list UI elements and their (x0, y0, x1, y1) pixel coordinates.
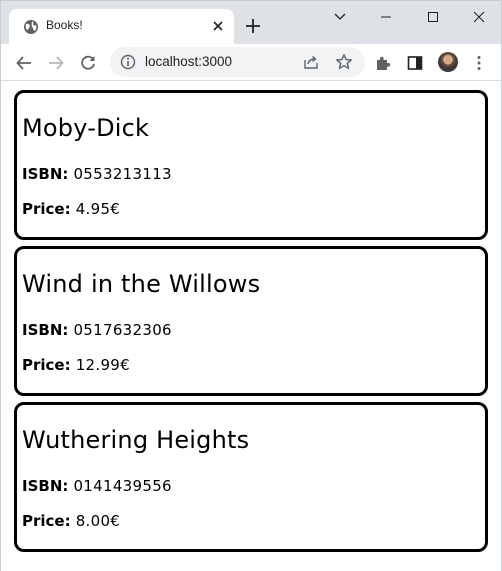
info-icon[interactable] (120, 54, 136, 70)
price-row: Price: 4.95€ (22, 200, 120, 218)
page-content: Moby-Dick ISBN: 0553213113 Price: 4.95€ … (1, 81, 501, 571)
tab-search-button[interactable] (317, 1, 363, 33)
url-text[interactable]: localhost:3000 (145, 54, 232, 69)
extensions-button[interactable] (373, 53, 393, 73)
side-panel-button[interactable] (405, 53, 425, 73)
new-tab-icon[interactable] (244, 17, 262, 35)
price-value: 12.99€ (75, 356, 130, 374)
maximize-icon (428, 12, 438, 22)
bookmark-star-icon[interactable] (335, 53, 353, 71)
minimize-button[interactable] (363, 1, 409, 33)
browser-window: Books! localhost:3000 Moby-Dick ISBN: 05… (0, 0, 502, 571)
book-title: Wind in the Willows (22, 270, 261, 298)
price-row: Price: 8.00€ (22, 512, 120, 530)
isbn-value: 0517632306 (73, 321, 172, 339)
isbn-row: ISBN: 0141439556 (22, 477, 172, 495)
address-bar[interactable]: localhost:3000 (110, 47, 365, 77)
book-title: Moby-Dick (22, 114, 150, 142)
more-vertical-icon (477, 56, 481, 70)
isbn-label: ISBN: (22, 321, 69, 339)
isbn-row: ISBN: 0553213113 (22, 165, 172, 183)
isbn-value: 0553213113 (73, 165, 172, 183)
tab-title: Books! (46, 18, 83, 32)
isbn-row: ISBN: 0517632306 (22, 321, 172, 339)
price-label: Price: (22, 200, 71, 218)
price-row: Price: 12.99€ (22, 356, 130, 374)
share-icon[interactable] (303, 54, 319, 70)
close-icon[interactable] (210, 18, 226, 34)
price-value: 4.95€ (75, 200, 121, 218)
reload-icon (81, 55, 95, 70)
back-arrow-icon (16, 56, 31, 70)
close-window-icon (473, 11, 485, 23)
forward-button[interactable] (46, 53, 66, 73)
profile-avatar[interactable] (438, 52, 458, 72)
globe-icon (24, 20, 38, 34)
side-panel-icon (407, 56, 423, 70)
price-label: Price: (22, 512, 71, 530)
tab-strip: Books! (1, 1, 501, 44)
isbn-value: 0141439556 (73, 477, 172, 495)
reload-button[interactable] (78, 53, 98, 73)
tab-books[interactable]: Books! (9, 9, 234, 44)
back-button[interactable] (14, 53, 34, 73)
close-window-button[interactable] (456, 1, 502, 33)
price-value: 8.00€ (75, 512, 121, 530)
maximize-button[interactable] (410, 1, 456, 33)
browser-toolbar: localhost:3000 (1, 44, 501, 81)
price-label: Price: (22, 356, 71, 374)
book-card: Moby-Dick ISBN: 0553213113 Price: 4.95€ (14, 90, 488, 240)
minimize-icon (381, 16, 391, 18)
book-card: Wuthering Heights ISBN: 0141439556 Price… (14, 402, 488, 552)
puzzle-icon (377, 56, 391, 70)
isbn-label: ISBN: (22, 477, 69, 495)
forward-arrow-icon (49, 56, 64, 70)
menu-button[interactable] (469, 53, 489, 73)
chevron-down-icon (334, 13, 346, 20)
book-card: Wind in the Willows ISBN: 0517632306 Pri… (14, 246, 488, 396)
book-title: Wuthering Heights (22, 426, 250, 454)
isbn-label: ISBN: (22, 165, 69, 183)
